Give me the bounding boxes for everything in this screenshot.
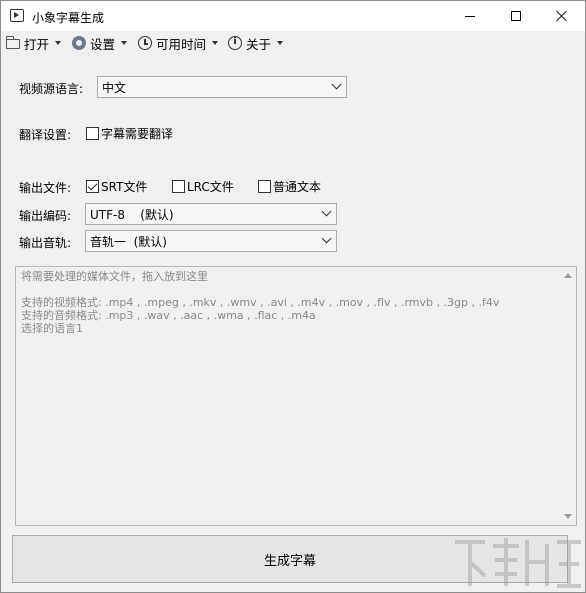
- menu-settings[interactable]: 设置: [72, 34, 128, 52]
- menu-about[interactable]: i 关于: [228, 34, 284, 52]
- window-title: 小象字幕生成: [32, 11, 105, 25]
- menu-bar: 打开 设置 可用时间 i 关于: [1, 31, 585, 55]
- chevron-down-icon: [212, 41, 219, 45]
- translate-label: 翻译设置:: [19, 128, 72, 142]
- menu-available-time-label: 可用时间: [156, 36, 207, 52]
- gear-icon: [72, 36, 86, 50]
- maximize-button[interactable]: [493, 1, 539, 31]
- chevron-down-icon: [321, 233, 332, 244]
- close-icon: [556, 10, 568, 22]
- title-bar: 小象字幕生成: [1, 1, 585, 31]
- minimize-icon: [465, 15, 475, 17]
- translate-option-label: 字幕需要翻译: [101, 127, 174, 141]
- encoding-label: 输出编码:: [19, 209, 72, 223]
- output-srt-checkbox[interactable]: SRT文件: [86, 178, 147, 195]
- generate-subtitles-label: 生成字幕: [263, 553, 316, 569]
- menu-open-label: 打开: [24, 36, 50, 52]
- menu-settings-label: 设置: [90, 36, 116, 52]
- checkbox-box[interactable]: [172, 180, 185, 193]
- menu-about-label: 关于: [246, 36, 272, 52]
- drop-hint: 将需要处理的媒体文件，拖入放到这里: [21, 270, 208, 283]
- app-play-icon: [10, 9, 24, 22]
- maximize-icon: [511, 11, 521, 21]
- app-window: 小象字幕生成 打开 设置 可用时间 i 关于 视频源语言: 中文 翻译设置: 字…: [0, 0, 586, 593]
- output-srt-label: SRT文件: [101, 180, 148, 194]
- audio-track-label: 输出音轨:: [19, 236, 72, 250]
- checkbox-box[interactable]: [258, 180, 271, 193]
- checkmark-icon[interactable]: [86, 180, 99, 193]
- translate-checkbox[interactable]: 字幕需要翻译: [86, 125, 173, 142]
- audio-track-select[interactable]: 音轨一 (默认): [85, 230, 337, 252]
- audio-formats-text: 支持的音频格式: .mp3 , .wav , .aac , .wma , .fl…: [21, 309, 316, 322]
- scroll-down-arrow-icon[interactable]: [564, 514, 572, 519]
- chevron-down-icon: [55, 41, 62, 45]
- menu-available-time[interactable]: 可用时间: [138, 34, 219, 52]
- watermark-logo-graphic: [455, 538, 581, 588]
- chevron-down-icon: [331, 79, 342, 90]
- clock-icon: [138, 36, 152, 50]
- media-drop-area[interactable]: 将需要处理的媒体文件，拖入放到这里 支持的视频格式: .mp4 , .mpeg …: [15, 266, 577, 526]
- checkbox-box[interactable]: [86, 127, 99, 140]
- menu-open[interactable]: 打开: [6, 34, 62, 52]
- minimize-button[interactable]: [447, 1, 493, 31]
- chevron-down-icon: [121, 41, 128, 45]
- watermark-logo: [449, 532, 586, 593]
- encoding-value: UTF-8 (默认): [90, 207, 174, 222]
- scroll-up-arrow-icon[interactable]: [564, 273, 572, 278]
- chevron-down-icon: [321, 206, 332, 217]
- output-text-checkbox[interactable]: 普通文本: [258, 178, 321, 195]
- output-file-label: 输出文件:: [19, 181, 72, 195]
- info-icon: i: [228, 36, 242, 50]
- output-text-label: 普通文本: [273, 180, 322, 194]
- audio-track-value: 音轨一 (默认): [90, 234, 167, 249]
- source-language-label: 视频源语言:: [19, 82, 84, 96]
- source-language-select[interactable]: 中文: [97, 76, 347, 98]
- folder-icon: [6, 36, 20, 49]
- output-lrc-label: LRC文件: [187, 180, 234, 194]
- output-lrc-checkbox[interactable]: LRC文件: [172, 178, 234, 195]
- encoding-select[interactable]: UTF-8 (默认): [85, 203, 337, 225]
- video-formats-text: 支持的视频格式: .mp4 , .mpeg , .mkv , .wmv , .a…: [21, 296, 500, 309]
- chevron-down-icon: [277, 41, 284, 45]
- close-button[interactable]: [539, 1, 585, 31]
- source-language-value: 中文: [102, 80, 127, 95]
- selected-language-text: 选择的语言1: [21, 322, 83, 335]
